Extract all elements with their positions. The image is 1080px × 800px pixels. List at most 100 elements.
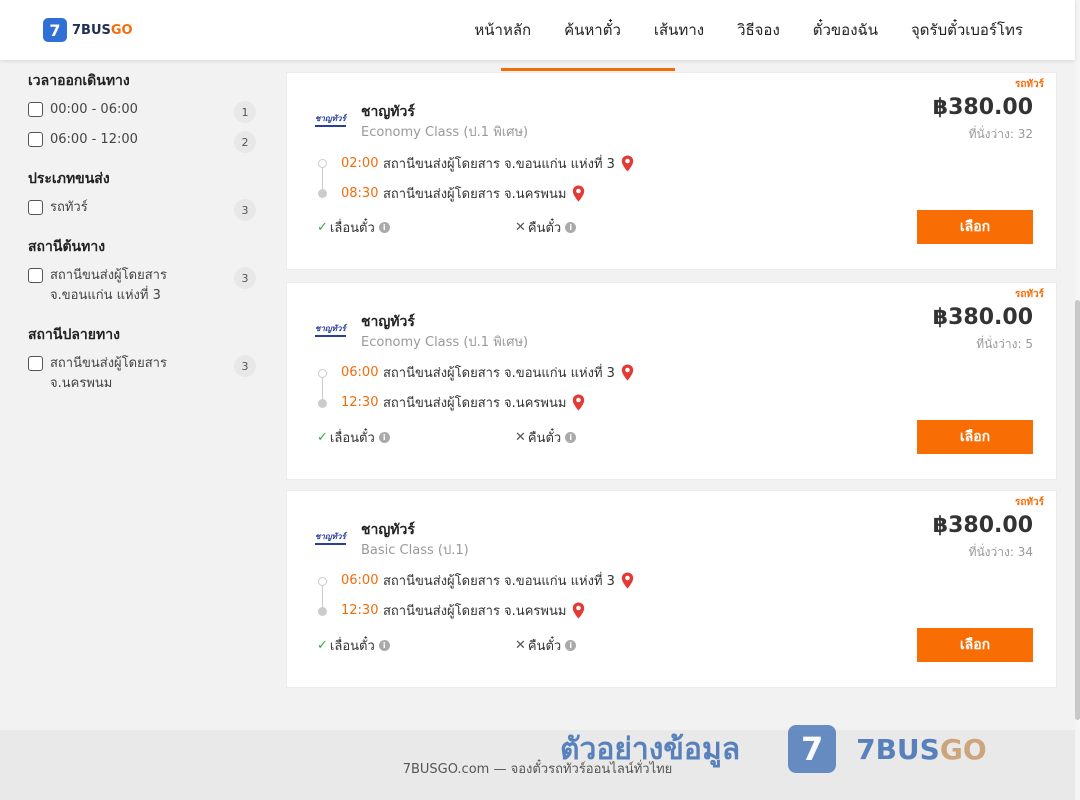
filter-option-label: รถทัวร์: [50, 200, 88, 215]
main-nav: หน้าหลัก ค้นหาตั๋ว เส้นทาง วิธีจอง ตั๋วข…: [474, 0, 1023, 60]
cross-icon: ✕: [515, 220, 526, 235]
timeline-line: [322, 585, 323, 609]
reschedule-label: เลื่อนตั๋ว: [329, 221, 375, 236]
map-pin-icon[interactable]: [621, 155, 634, 172]
nav-how-to-book[interactable]: วิธีจอง: [737, 18, 780, 42]
logo-mark: 7: [43, 18, 67, 42]
filter-title-origin-station: สถานีต้นทาง: [28, 239, 106, 255]
transport-badge: รถทัวร์: [1014, 79, 1044, 90]
operator-name: ชาญทัวร์: [361, 314, 415, 330]
departure-time: 06:00: [341, 365, 379, 380]
reschedule-label: เลื่อนตั๋ว: [329, 431, 375, 446]
select-trip-button[interactable]: เลือก: [917, 628, 1033, 662]
filter-checkbox[interactable]: [28, 356, 43, 371]
filter-option[interactable]: สถานีขนส่งผู้โดยสาร จ.ขอนแก่น แห่งที่ 3 …: [28, 266, 258, 306]
filter-checkbox[interactable]: [28, 132, 43, 147]
filter-option[interactable]: 06:00 - 12:00 2: [28, 130, 258, 153]
site-logo[interactable]: 7 7BUSGO: [43, 18, 133, 42]
departure-time: 02:00: [341, 156, 379, 171]
info-icon[interactable]: i: [378, 432, 390, 443]
reschedule-feature: ✓ เลื่อนตั๋ว i: [317, 635, 390, 656]
operator-name: ชาญทัวร์: [361, 522, 415, 538]
arrival-dot: [318, 607, 327, 616]
departure-station: สถานีขนส่งผู้โดยสาร จ.ขอนแก่น แห่งที่ 3: [383, 366, 615, 381]
arrival-dot: [318, 189, 327, 198]
nav-my-tickets[interactable]: ตั๋วของฉัน: [813, 18, 878, 42]
filter-checkbox[interactable]: [28, 102, 43, 117]
info-icon[interactable]: i: [378, 640, 390, 651]
arrival-dot: [318, 399, 327, 408]
info-icon[interactable]: i: [378, 222, 390, 233]
filter-title-departure-time: เวลาออกเดินทาง: [28, 73, 130, 89]
operator-logo: ชาญทัวร์: [315, 527, 351, 547]
arrival-station: สถานีขนส่งผู้โดยสาร จ.นครพนม: [383, 396, 567, 411]
refund-label: คืนตั๋ว: [527, 431, 562, 446]
trip-price: ฿380.00: [932, 513, 1033, 538]
filter-option-label: สถานีขนส่งผู้โดยสาร จ.นครพนม: [50, 356, 167, 391]
filter-checkbox[interactable]: [28, 268, 43, 283]
filter-option[interactable]: รถทัวร์ 3: [28, 198, 258, 221]
nav-search-ticket[interactable]: ค้นหาตั๋ว: [564, 18, 621, 42]
filter-checkbox[interactable]: [28, 200, 43, 215]
refund-label: คืนตั๋ว: [527, 639, 562, 654]
filter-count: 3: [234, 199, 256, 221]
refund-feature: ✕ คืนตั๋ว i: [515, 427, 577, 448]
map-pin-icon[interactable]: [572, 185, 585, 202]
cross-icon: ✕: [515, 638, 526, 653]
active-tab-indicator: [501, 68, 675, 71]
filter-option[interactable]: 00:00 - 06:00 1: [28, 100, 258, 123]
page-scrollbar[interactable]: [1075, 0, 1080, 800]
trip-card: รถทัวร์ ชาญทัวร์ ชาญทัวร์ Economy Class …: [286, 282, 1057, 480]
filter-option[interactable]: สถานีขนส่งผู้โดยสาร จ.นครพนม 3: [28, 354, 258, 394]
operator-name: ชาญทัวร์: [361, 104, 415, 120]
trip-price: ฿380.00: [932, 95, 1033, 120]
filter-count: 3: [234, 267, 256, 289]
map-pin-icon[interactable]: [621, 364, 634, 381]
info-icon[interactable]: i: [565, 222, 577, 233]
footer-text: 7BUSGO.com — จองตั๋วรถทัวร์ออนไลน์ทั่วไท…: [402, 762, 673, 777]
trip-card: รถทัวร์ ชาญทัวร์ ชาญทัวร์ Basic Class (ป…: [286, 490, 1057, 688]
operator-logo: ชาญทัวร์: [315, 319, 351, 339]
refund-label: คืนตั๋ว: [527, 221, 562, 236]
filter-option-label: 00:00 - 06:00: [50, 102, 138, 117]
departure-stop: 06:00 สถานีขนส่งผู้โดยสาร จ.ขอนแก่น แห่ง…: [341, 570, 634, 591]
arrival-stop: 08:30 สถานีขนส่งผู้โดยสาร จ.นครพนม: [341, 183, 585, 204]
departure-time: 06:00: [341, 573, 379, 588]
timeline-line: [322, 167, 323, 191]
filter-sidebar: เวลาออกเดินทาง 00:00 - 06:00 1 06:00 - 1…: [28, 60, 258, 404]
map-pin-icon[interactable]: [572, 602, 585, 619]
departure-stop: 06:00 สถานีขนส่งผู้โดยสาร จ.ขอนแก่น แห่ง…: [341, 362, 634, 383]
bus-class: Economy Class (ป.1 พิเศษ): [361, 335, 529, 350]
info-icon[interactable]: i: [565, 640, 577, 651]
filter-count: 3: [234, 355, 256, 377]
seats-available: ที่นั่งว่าง: 32: [968, 127, 1033, 141]
refund-feature: ✕ คืนตั๋ว i: [515, 635, 577, 656]
filter-option-label: 06:00 - 12:00: [50, 132, 138, 147]
departure-stop: 02:00 สถานีขนส่งผู้โดยสาร จ.ขอนแก่น แห่ง…: [341, 153, 634, 174]
filter-count: 1: [234, 101, 256, 123]
map-pin-icon[interactable]: [572, 394, 585, 411]
arrival-stop: 12:30 สถานีขนส่งผู้โดยสาร จ.นครพนม: [341, 600, 585, 621]
departure-station: สถานีขนส่งผู้โดยสาร จ.ขอนแก่น แห่งที่ 3: [383, 574, 615, 589]
transport-badge: รถทัวร์: [1014, 497, 1044, 508]
departure-station: สถานีขนส่งผู้โดยสาร จ.ขอนแก่น แห่งที่ 3: [383, 157, 615, 172]
refund-feature: ✕ คืนตั๋ว i: [515, 217, 577, 238]
cross-icon: ✕: [515, 430, 526, 445]
arrival-time: 12:30: [341, 603, 379, 618]
arrival-time: 12:30: [341, 395, 379, 410]
reschedule-label: เลื่อนตั๋ว: [329, 639, 375, 654]
arrival-station: สถานีขนส่งผู้โดยสาร จ.นครพนม: [383, 187, 567, 202]
check-icon: ✓: [317, 638, 328, 653]
trip-card: รถทัวร์ ชาญทัวร์ ชาญทัวร์ Economy Class …: [286, 72, 1057, 270]
nav-ticket-pickup[interactable]: จุดรับตั๋วเบอร์โทร: [911, 18, 1023, 42]
info-icon[interactable]: i: [565, 432, 577, 443]
reschedule-feature: ✓ เลื่อนตั๋ว i: [317, 427, 390, 448]
map-pin-icon[interactable]: [621, 572, 634, 589]
select-trip-button[interactable]: เลือก: [917, 210, 1033, 244]
scrollbar-thumb[interactable]: [1075, 300, 1080, 720]
nav-home[interactable]: หน้าหลัก: [474, 18, 531, 42]
reschedule-feature: ✓ เลื่อนตั๋ว i: [317, 217, 390, 238]
nav-routes[interactable]: เส้นทาง: [654, 18, 704, 42]
check-icon: ✓: [317, 430, 328, 445]
select-trip-button[interactable]: เลือก: [917, 420, 1033, 454]
